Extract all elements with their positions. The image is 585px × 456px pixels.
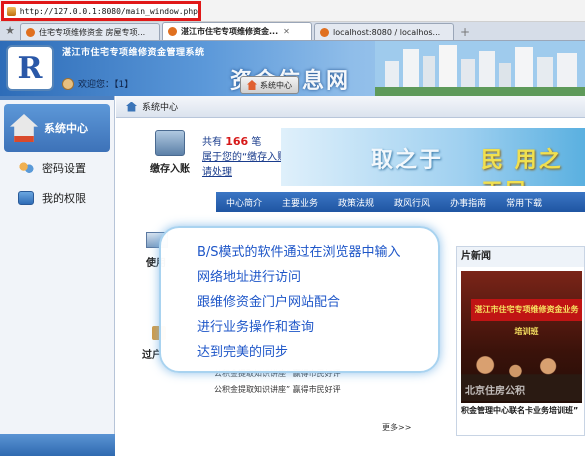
user-icon bbox=[62, 77, 74, 90]
task-link[interactable]: 属于您的“缴存入账” bbox=[202, 150, 292, 165]
tab-favicon-icon bbox=[168, 27, 177, 36]
sidebar-item-permissions[interactable]: 我的权限 bbox=[0, 182, 114, 212]
info-callout: B/S模式的软件通过在浏览器中输入 网络地址进行访问 跟维修资金门户网站配合 进… bbox=[159, 226, 440, 373]
system-center-button[interactable]: 系统中心 bbox=[240, 76, 299, 94]
tab-label: localhost:8080 / localhos... bbox=[333, 27, 441, 37]
nav-item[interactable]: 常用下载 bbox=[496, 196, 552, 209]
home-icon bbox=[247, 80, 257, 90]
logo: R bbox=[6, 45, 54, 91]
callout-line: 网络地址进行访问 bbox=[197, 270, 302, 285]
photo-banner: 湛江市住宅专项维修资金业务培训班 bbox=[471, 299, 582, 336]
sidebar-item-label: 密码设置 bbox=[42, 162, 86, 175]
sidebar-title: 系统中心 bbox=[44, 122, 88, 135]
sidebar-item-label: 我的权限 bbox=[42, 192, 86, 205]
more-link[interactable]: 更多>> bbox=[382, 422, 411, 433]
users-icon bbox=[18, 161, 34, 175]
callout-line: B/S模式的软件通过在浏览器中输入 bbox=[197, 245, 401, 260]
deposit-shortcut[interactable]: 缴存入账 bbox=[140, 130, 200, 175]
tab-favicon-icon bbox=[26, 27, 35, 37]
tab-label: 湛江市住宅专项维修资金... bbox=[181, 27, 279, 36]
sidebar-item-password[interactable]: 密码设置 bbox=[0, 152, 114, 182]
promo-banner: 取之于 民 用之于民 bbox=[281, 128, 585, 186]
pending-tasks: 共有 166 笔 属于您的“缴存入账” 请处理 bbox=[202, 135, 293, 180]
bookmark-star-icon[interactable]: ★ bbox=[0, 21, 20, 40]
url-text: http://127.0.0.1:8080/main_window.php bbox=[19, 6, 198, 16]
welcome-text: 欢迎您：【1】 bbox=[62, 77, 133, 90]
news-photo[interactable]: 湛江市住宅专项维修资金业务培训班 北京住房公积 积金管理中心联名卡业务培训班” bbox=[461, 271, 582, 419]
callout-line: 跟维修资金门户网站配合 bbox=[197, 295, 341, 310]
home-icon bbox=[10, 114, 38, 142]
sidebar-footer bbox=[0, 434, 115, 456]
tab-label: 住宅专项维修资金 房屋专项... bbox=[39, 27, 146, 37]
url-input[interactable]: http://127.0.0.1:8080/main_window.php bbox=[1, 1, 201, 21]
breadcrumb-label: 系统中心 bbox=[142, 103, 179, 113]
address-bar-area: http://127.0.0.1:8080/main_window.php bbox=[0, 0, 585, 22]
portal-nav: 中心简介 主要业务 政策法规 政风行风 办事指南 常用下载 bbox=[216, 192, 585, 212]
deposit-icon bbox=[155, 130, 185, 156]
page-icon bbox=[7, 6, 16, 16]
photo-caption: 积金管理中心联名卡业务培训班” bbox=[461, 403, 582, 419]
tab-favicon-icon bbox=[320, 27, 329, 37]
tab-2[interactable]: 湛江市住宅专项维修资金... ✕ bbox=[162, 22, 312, 40]
process-link[interactable]: 请处理 bbox=[202, 165, 292, 180]
system-name: 湛江市住宅专项维修资金管理系统 bbox=[62, 48, 205, 58]
nav-item[interactable]: 政策法规 bbox=[328, 196, 384, 209]
nav-item[interactable]: 中心简介 bbox=[216, 196, 272, 209]
tab-bar: ★ 住宅专项维修资金 房屋专项... 湛江市住宅专项维修资金... ✕ loca… bbox=[0, 22, 585, 41]
home-icon bbox=[126, 101, 137, 112]
tab-3[interactable]: localhost:8080 / localhos... bbox=[314, 23, 454, 40]
new-tab-icon[interactable]: + bbox=[456, 23, 474, 40]
close-tab-icon[interactable]: ✕ bbox=[283, 27, 290, 36]
callout-line: 达到完美的同步 bbox=[197, 345, 289, 360]
news-title: 片新闻 bbox=[457, 247, 584, 267]
nav-item[interactable]: 主要业务 bbox=[272, 196, 328, 209]
task-count: 166 bbox=[225, 135, 249, 148]
photo-watermark: 北京住房公积 bbox=[465, 386, 525, 397]
sidebar: 系统中心 密码设置 我的权限 bbox=[0, 96, 115, 456]
tab-1[interactable]: 住宅专项维修资金 房屋专项... bbox=[20, 23, 160, 40]
breadcrumb: 系统中心 bbox=[116, 96, 585, 118]
sidebar-header[interactable]: 系统中心 bbox=[4, 104, 110, 152]
photo-news: 片新闻 湛江市住宅专项维修资金业务培训班 北京住房公积 积金管理中心联名卡业务培… bbox=[456, 246, 585, 436]
nav-item[interactable]: 办事指南 bbox=[440, 196, 496, 209]
callout-line: 进行业务操作和查询 bbox=[197, 320, 315, 335]
skyline-image bbox=[375, 41, 585, 96]
news-item[interactable]: 公积金提取知识讲座” 赢得市民好评 bbox=[214, 382, 341, 398]
permissions-icon bbox=[18, 191, 34, 205]
nav-item[interactable]: 政风行风 bbox=[384, 196, 440, 209]
